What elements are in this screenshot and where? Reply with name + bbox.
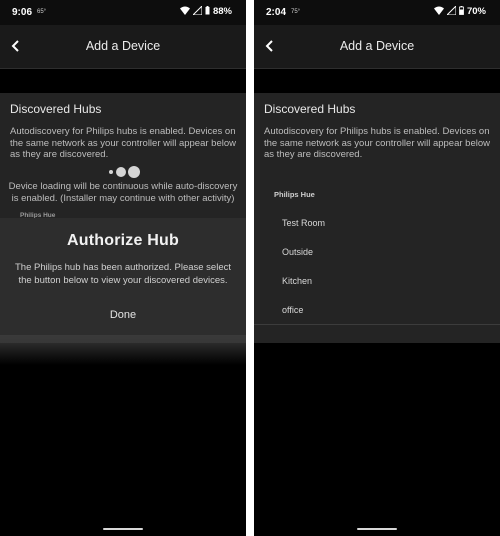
left-phone-screen: 9:06 65° 88% Add a Device Discovered Hub… [0, 0, 246, 536]
signal-icon [191, 4, 203, 18]
dialog-shadow [0, 335, 246, 365]
battery-percentage: 88% [212, 6, 232, 17]
discovered-hubs-description: Autodiscovery for Philips hubs is enable… [264, 126, 490, 160]
signal-icon [445, 4, 457, 18]
dialog-title: Authorize Hub [67, 232, 179, 249]
status-time: 9:06 [12, 7, 33, 18]
gesture-nav-bar[interactable] [103, 528, 143, 530]
hub-label: Philips Hue [274, 190, 315, 199]
status-icons: 88% [179, 4, 232, 18]
discovered-hubs-card: Discovered Hubs Autodiscovery for Philip… [0, 93, 246, 219]
battery-icon [205, 6, 210, 18]
app-header: Add a Device [254, 25, 500, 69]
status-temperature: 75° [291, 9, 301, 15]
list-divider [254, 324, 500, 325]
status-temperature: 65° [37, 9, 47, 15]
discovered-hubs-card: Discovered Hubs Autodiscovery for Philip… [254, 93, 500, 343]
discovered-hubs-title: Discovered Hubs [264, 102, 356, 116]
status-bar: 9:06 65° 88% [0, 0, 246, 25]
device-item[interactable]: office [282, 305, 303, 315]
device-item[interactable]: Outside [282, 247, 313, 257]
loading-dots-icon [109, 165, 140, 179]
authorize-hub-dialog: Authorize Hub The Philips hub has been a… [0, 218, 246, 338]
wifi-icon [433, 6, 444, 18]
gesture-nav-bar[interactable] [357, 528, 397, 530]
done-button[interactable]: Done [85, 304, 161, 326]
right-phone-screen: 2:04 75° 70% Add a Device Discovered Hub… [254, 0, 500, 536]
dialog-message: The Philips hub has been authorized. Ple… [15, 262, 231, 286]
device-item[interactable]: Kitchen [282, 276, 312, 286]
app-header: Add a Device [0, 25, 246, 69]
battery-percentage: 70% [466, 6, 486, 17]
status-time: 2:04 [266, 7, 287, 18]
battery-icon [459, 6, 464, 18]
discovered-hubs-title: Discovered Hubs [10, 102, 102, 116]
status-bar: 2:04 75° 70% [254, 0, 500, 25]
status-icons: 70% [433, 4, 486, 18]
discovered-hubs-description: Autodiscovery for Philips hubs is enable… [10, 126, 236, 160]
page-title: Add a Device [339, 39, 415, 53]
loading-note: Device loading will be continuous while … [8, 181, 238, 204]
wifi-icon [179, 6, 190, 18]
page-title: Add a Device [85, 39, 161, 53]
device-item[interactable]: Test Room [282, 218, 325, 228]
